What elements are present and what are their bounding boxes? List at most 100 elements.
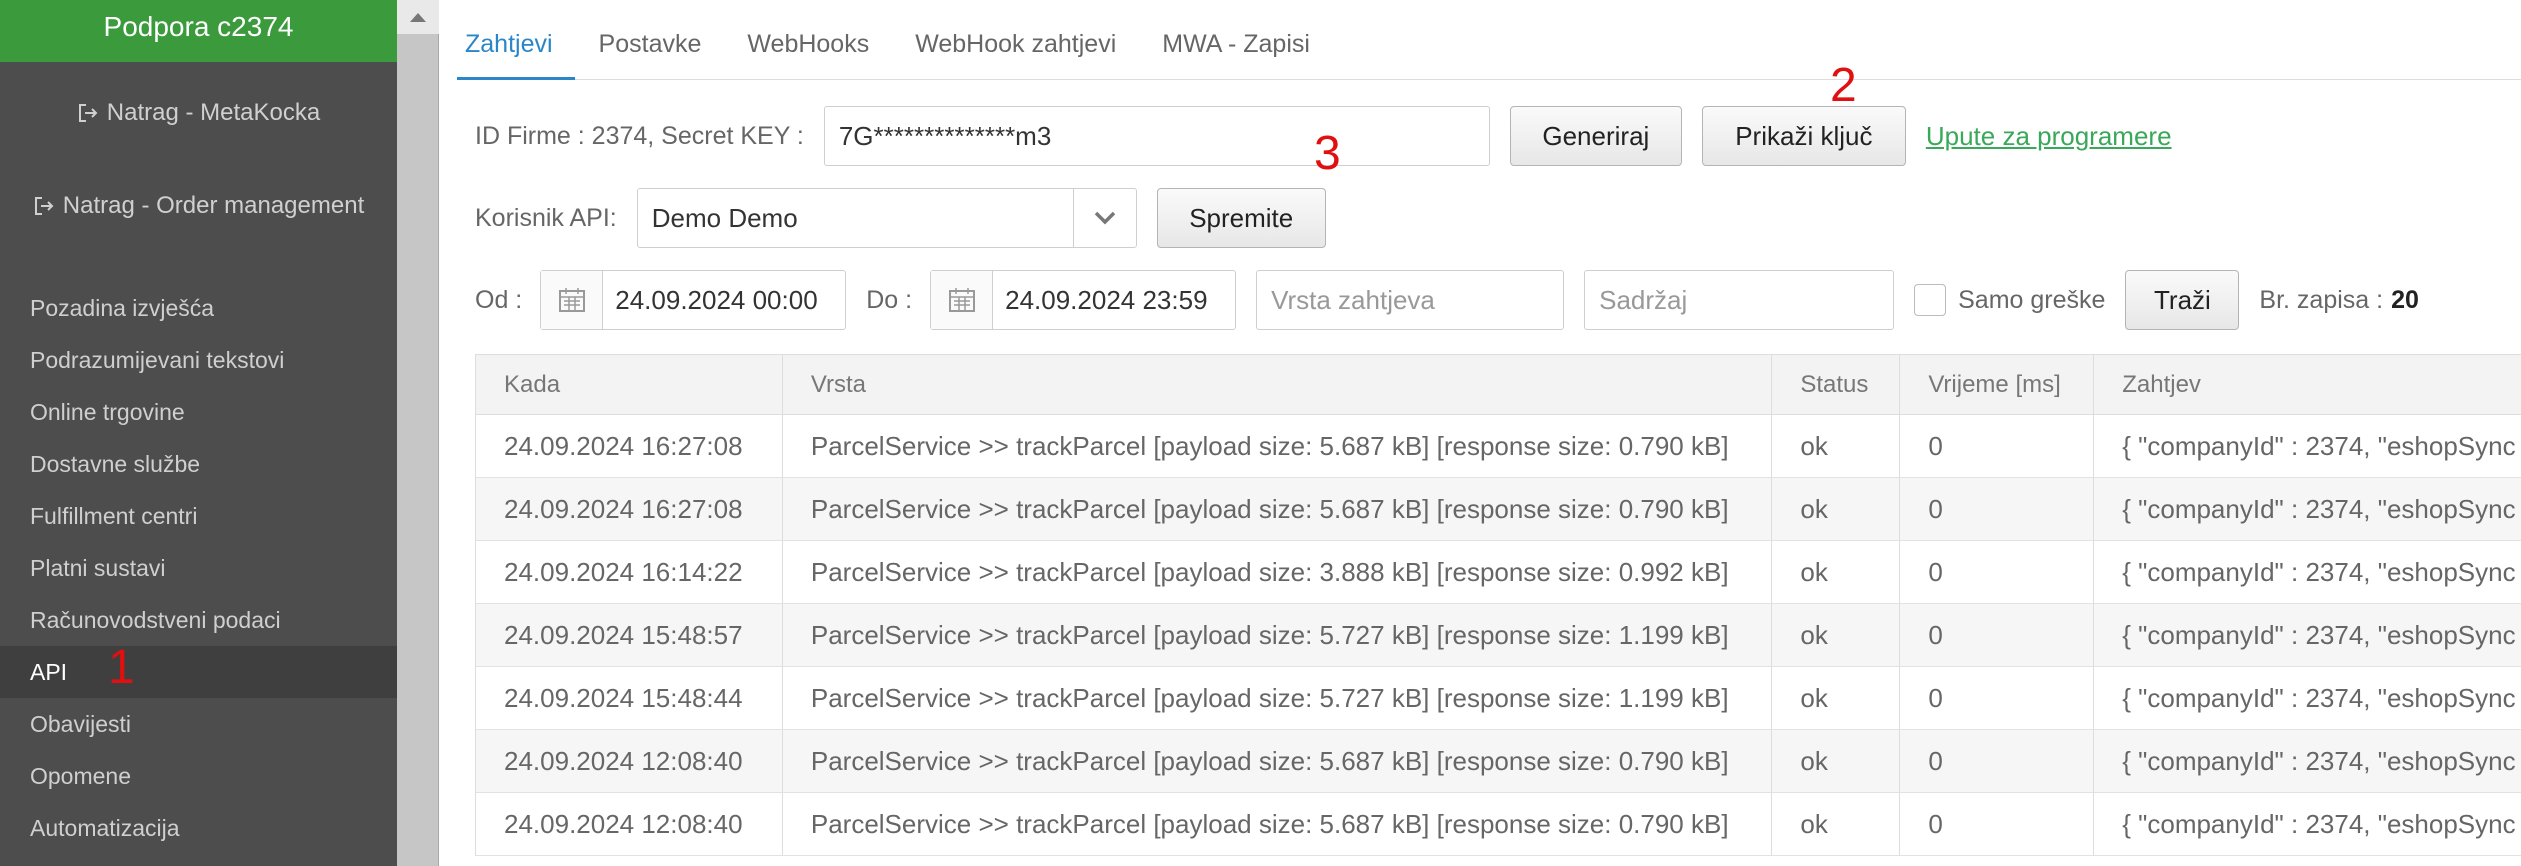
cell-status: ok [1772, 604, 1901, 666]
sidebar-item-api[interactable]: API [0, 646, 397, 698]
cell-vrijeme: 0 [1900, 415, 2095, 477]
cell-kada: 24.09.2024 12:08:40 [476, 730, 783, 792]
save-button[interactable]: Spremite [1156, 188, 1326, 248]
column-header-status[interactable]: Status [1772, 355, 1901, 414]
to-label: Do : [866, 285, 913, 314]
cell-kada: 24.09.2024 16:14:22 [476, 541, 783, 603]
sign-out-icon [78, 104, 98, 122]
table-row[interactable]: 24.09.2024 16:27:08 ParcelService >> tra… [476, 415, 2521, 478]
sidebar-menu: Pozadina izvješća Podrazumijevani teksto… [0, 282, 397, 854]
cell-zahtjev: { "companyId" : 2374, "eshopSync [2122, 556, 2516, 587]
cell-vrijeme: 0 [1900, 604, 2095, 666]
scrollbar[interactable] [397, 0, 439, 866]
search-button[interactable]: Traži [2125, 270, 2240, 330]
main-content: Zahtjevi Postavke WebHooks WebHook zahtj… [439, 0, 2521, 866]
sign-out-icon [34, 197, 54, 215]
calendar-icon[interactable] [541, 271, 604, 329]
tab-webhook-zahtjevi[interactable]: WebHook zahtjevi [907, 22, 1138, 80]
secret-key-label: ID Firme : 2374, Secret KEY : [475, 121, 804, 150]
from-date-picker[interactable]: 24.09.2024 00:00 [540, 270, 847, 330]
from-label: Od : [475, 285, 523, 314]
cell-kada: 24.09.2024 15:48:44 [476, 667, 783, 729]
cell-status: ok [1772, 541, 1901, 603]
annotation-3: 3 [1314, 127, 1341, 180]
table-row[interactable]: 24.09.2024 12:08:40 ParcelService >> tra… [476, 730, 2521, 793]
cell-zahtjev: { "companyId" : 2374, "eshopSync [2122, 682, 2516, 713]
table-row[interactable]: 24.09.2024 16:27:08 ParcelService >> tra… [476, 478, 2521, 541]
cell-status: ok [1772, 730, 1901, 792]
tab-zahtjevi[interactable]: Zahtjevi [457, 22, 575, 80]
sidebar-item-pozadina-izvjesca[interactable]: Pozadina izvješća [0, 282, 397, 334]
table-row[interactable]: 24.09.2024 16:14:22 ParcelService >> tra… [476, 541, 2521, 604]
cell-kada: 24.09.2024 12:08:40 [476, 793, 783, 855]
sidebar-item-online-trgovine[interactable]: Online trgovine [0, 386, 397, 438]
cell-vrijeme: 0 [1900, 730, 2095, 792]
to-date-value: 24.09.2024 23:59 [1005, 284, 1208, 315]
cell-vrijeme: 0 [1900, 478, 2095, 540]
cell-status: ok [1772, 667, 1901, 729]
cell-zahtjev: { "companyId" : 2374, "eshopSync [2122, 430, 2516, 461]
cell-zahtjev: { "companyId" : 2374, "eshopSync [2122, 808, 2516, 839]
cell-kada: 24.09.2024 16:27:08 [476, 415, 783, 477]
table-row[interactable]: 24.09.2024 12:08:40 ParcelService >> tra… [476, 793, 2521, 856]
sidebar: Podpora c2374 Natrag - MetaKocka Natrag … [0, 0, 397, 866]
cell-vrsta: ParcelService >> trackParcel [payload si… [783, 667, 1773, 729]
record-count-value: 20 [2391, 285, 2419, 314]
cell-vrsta: ParcelService >> trackParcel [payload si… [783, 478, 1773, 540]
calendar-icon[interactable] [931, 271, 994, 329]
sidebar-item-automatizacija[interactable]: Automatizacija [0, 802, 397, 854]
annotation-2: 2 [1830, 59, 1857, 112]
sidebar-item-racunovodstveni-podaci[interactable]: Računovodstveni podaci [0, 594, 397, 646]
generate-button[interactable]: Generiraj [1509, 106, 1682, 166]
sidebar-item-podrazumijevani-tekstovi[interactable]: Podrazumijevani tekstovi [0, 334, 397, 386]
back-link-label: Natrag - Order management [62, 192, 365, 219]
api-user-label: Korisnik API: [475, 203, 617, 232]
tab-mwa-zapisi[interactable]: MWA - Zapisi [1154, 22, 1332, 80]
sidebar-item-dostavne-sluzbe[interactable]: Dostavne službe [0, 438, 397, 490]
cell-status: ok [1772, 793, 1901, 855]
annotation-1: 1 [108, 641, 135, 694]
sidebar-item-fulfillment-centri[interactable]: Fulfillment centri [0, 490, 397, 542]
cell-zahtjev: { "companyId" : 2374, "eshopSync [2122, 745, 2516, 776]
cell-vrijeme: 0 [1900, 541, 2095, 603]
sidebar-item-platni-sustavi[interactable]: Platni sustavi [0, 542, 397, 594]
cell-vrsta: ParcelService >> trackParcel [payload si… [783, 415, 1773, 477]
back-link-order-management[interactable]: Natrag - Order management [0, 181, 397, 231]
cell-vrsta: ParcelService >> trackParcel [payload si… [783, 541, 1773, 603]
table-row[interactable]: 24.09.2024 15:48:57 ParcelService >> tra… [476, 604, 2521, 667]
cell-zahtjev: { "companyId" : 2374, "eshopSync [2122, 619, 2516, 650]
table-row[interactable]: 24.09.2024 15:48:44 ParcelService >> tra… [476, 667, 2521, 730]
show-key-button[interactable]: Prikaži ključ [1701, 106, 1906, 166]
tab-postavke[interactable]: Postavke [591, 22, 724, 80]
errors-only-label: Samo greške [1958, 285, 2106, 314]
back-link-metakocka[interactable]: Natrag - MetaKocka [0, 88, 397, 138]
content-input[interactable]: Sadržaj [1584, 270, 1895, 330]
cell-vrsta: ParcelService >> trackParcel [payload si… [783, 730, 1773, 792]
record-count-label: Br. zapisa : [2259, 285, 2384, 314]
column-header-kada[interactable]: Kada [476, 355, 783, 414]
cell-zahtjev: { "companyId" : 2374, "eshopSync [2122, 493, 2516, 524]
cell-kada: 24.09.2024 16:27:08 [476, 478, 783, 540]
column-header-zahtjev[interactable]: Zahtjev [2094, 355, 2521, 414]
table-header: Kada Vrsta Status Vrijeme [ms] Zahtjev [476, 355, 2521, 415]
secret-key-input[interactable]: 7G**************m3 [823, 106, 1490, 166]
errors-only-checkbox[interactable] [1914, 284, 1947, 316]
tab-bar: Zahtjevi Postavke WebHooks WebHook zahtj… [457, 22, 2521, 80]
api-user-row: Korisnik API: Demo Demo Spremite [475, 188, 1326, 248]
chevron-down-icon[interactable] [1074, 189, 1136, 247]
request-type-input[interactable]: Vrsta zahtjeva [1256, 270, 1565, 330]
cell-status: ok [1772, 478, 1901, 540]
tab-webhooks[interactable]: WebHooks [739, 22, 891, 80]
api-user-select[interactable]: Demo Demo [636, 188, 1137, 248]
developer-guide-link[interactable]: Upute za programere [1926, 121, 2172, 152]
column-header-vrsta[interactable]: Vrsta [783, 355, 1773, 414]
sidebar-item-opomene[interactable]: Opomene [0, 750, 397, 802]
cell-status: ok [1772, 415, 1901, 477]
sidebar-item-obavijesti[interactable]: Obavijesti [0, 698, 397, 750]
back-link-label: Natrag - MetaKocka [106, 99, 321, 126]
column-header-vrijeme[interactable]: Vrijeme [ms] [1900, 355, 2095, 414]
scroll-up-icon[interactable] [397, 0, 439, 34]
to-date-picker[interactable]: 24.09.2024 23:59 [930, 270, 1237, 330]
cell-vrsta: ParcelService >> trackParcel [payload si… [783, 793, 1773, 855]
sidebar-title: Podpora c2374 [0, 0, 397, 62]
